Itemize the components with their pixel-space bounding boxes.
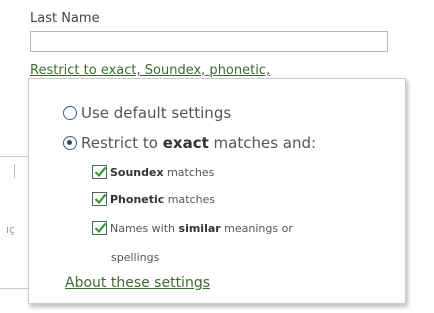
restrict-options-link[interactable]: Restrict to exact, Soundex, phonetic, [30, 63, 270, 78]
restrict-exact-radio[interactable] [63, 136, 77, 150]
similar-names-checkbox[interactable] [92, 221, 107, 235]
phonetic-option[interactable]: Phonetic matches [92, 192, 215, 206]
background-divider [0, 156, 28, 157]
phonetic-checkbox[interactable] [92, 192, 107, 206]
similar-names-label: Names with similar meanings or [110, 221, 293, 235]
check-icon [94, 193, 107, 205]
about-settings-link[interactable]: About these settings [65, 275, 210, 291]
default-settings-radio[interactable] [63, 106, 77, 120]
soundex-checkbox[interactable] [92, 165, 107, 179]
match-settings-popup: Use default settings Restrict to exact m… [28, 78, 406, 304]
default-settings-label: Use default settings [81, 104, 232, 122]
check-icon [94, 222, 107, 234]
phonetic-label: Phonetic matches [110, 192, 216, 206]
default-settings-option[interactable]: Use default settings [63, 104, 231, 122]
restrict-exact-label: Restrict to exact matches and: [81, 134, 317, 152]
soundex-label: Soundex matches [110, 165, 215, 179]
background-divider [0, 288, 28, 289]
check-icon [94, 166, 107, 178]
last-name-label: Last Name [30, 11, 100, 26]
background-field-edge [14, 164, 15, 178]
similar-names-option[interactable]: Names with similar meanings or [92, 221, 293, 235]
soundex-option[interactable]: Soundex matches [92, 165, 214, 179]
last-name-input[interactable] [30, 31, 388, 52]
restrict-exact-option[interactable]: Restrict to exact matches and: [63, 134, 316, 152]
similar-names-label-continued: spellings [111, 251, 160, 264]
background-text-fragment: ıç [6, 223, 16, 236]
